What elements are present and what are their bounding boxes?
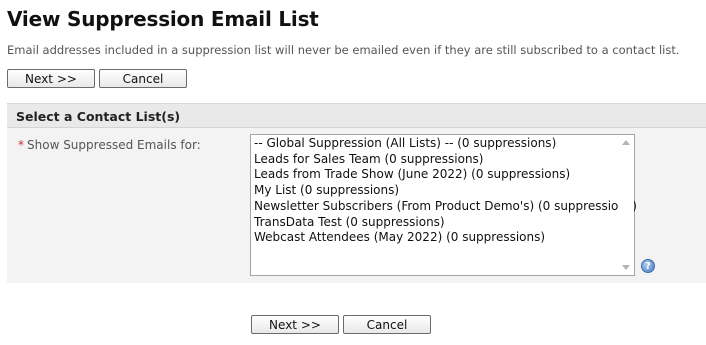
show-suppressed-label: * Show Suppressed Emails for: [18,138,201,152]
list-option[interactable]: Leads from Trade Show (June 2022) (0 sup… [254,167,637,183]
scroll-down-icon[interactable] [622,265,630,270]
page-title: View Suppression Email List [7,7,319,31]
contact-list-panel: Select a Contact List(s) * Show Suppresse… [7,103,706,283]
field-label-text: Show Suppressed Emails for: [27,138,201,152]
next-button-bottom[interactable]: Next >> [251,315,339,334]
help-icon[interactable]: ? [641,259,655,273]
list-option[interactable]: My List (0 suppressions) [254,183,637,199]
panel-header: Select a Contact List(s) [7,103,706,128]
list-option[interactable]: -- Global Suppression (All Lists) -- (0 … [254,136,637,152]
listbox-scrollbar[interactable] [618,135,634,275]
list-option[interactable]: Webcast Attendees (May 2022) (0 suppress… [254,230,637,246]
section-title: Select a Contact List(s) [16,109,181,124]
page-description: Email addresses included in a suppressio… [7,43,680,57]
cancel-button-top[interactable]: Cancel [99,69,187,88]
cancel-button-bottom[interactable]: Cancel [343,315,431,334]
list-option[interactable]: Leads for Sales Team (0 suppressions) [254,152,637,168]
next-button-top[interactable]: Next >> [7,69,95,88]
list-option[interactable]: TransData Test (0 suppressions) [254,215,637,231]
list-option[interactable]: Newsletter Subscribers (From Product Dem… [254,199,637,215]
scroll-up-icon[interactable] [622,140,630,145]
required-marker: * [18,138,24,152]
contact-list-select[interactable]: -- Global Suppression (All Lists) -- (0 … [250,134,637,276]
list-options: -- Global Suppression (All Lists) -- (0 … [254,136,637,246]
